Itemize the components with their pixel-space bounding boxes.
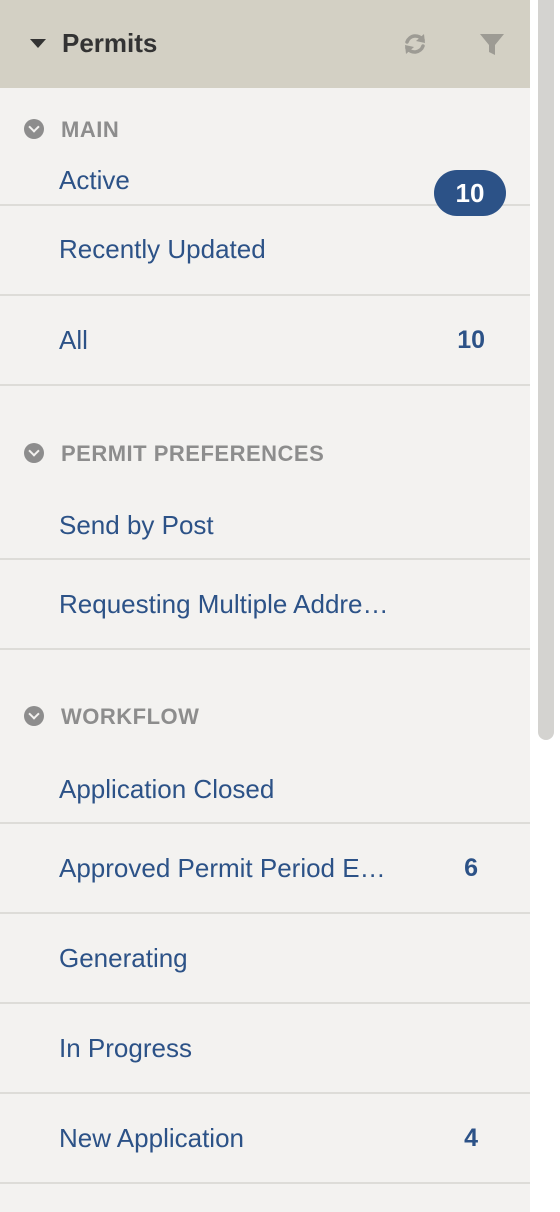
count-label: 10 [457, 326, 485, 354]
list-item-generating[interactable]: Generating [0, 914, 530, 1004]
chevron-down-circle-icon[interactable] [24, 443, 44, 463]
item-label: All [59, 325, 88, 355]
panel-header: Permits [0, 0, 530, 88]
item-label: Send by Post [59, 510, 214, 540]
chevron-down-circle-icon[interactable] [24, 706, 44, 726]
item-label: In Progress [59, 1033, 192, 1063]
item-label: Application Closed [59, 774, 275, 804]
list-item-recently-updated[interactable]: Recently Updated [0, 206, 530, 296]
section-header-permit-preferences[interactable]: PERMIT PREFERENCES [0, 386, 530, 470]
list-item-send-by-post[interactable]: Send by Post [0, 470, 530, 560]
panel-title: Permits [62, 28, 158, 58]
scrollbar[interactable] [538, 0, 554, 740]
chevron-down-circle-icon[interactable] [24, 119, 44, 139]
list-item-approved-permit-period[interactable]: Approved Permit Period E… 6 [0, 824, 530, 914]
item-label: Requesting Multiple Addre… [59, 589, 389, 619]
list-item-active[interactable]: Active 10 [0, 146, 530, 216]
filter-icon[interactable] [477, 29, 507, 59]
permits-panel: Permits MAIN Active 10 Recently Updated … [0, 0, 530, 1212]
count-label: 4 [464, 1124, 478, 1152]
caret-down-icon[interactable] [30, 39, 46, 48]
item-label: Generating [59, 943, 188, 973]
section-label: MAIN [61, 117, 120, 142]
item-label: Approved Permit Period E… [59, 853, 386, 883]
item-label: New Application [59, 1123, 244, 1153]
list-item-new-application[interactable]: New Application 4 [0, 1094, 530, 1184]
section-header-workflow[interactable]: WORKFLOW [0, 650, 530, 734]
list-item-application-closed[interactable]: Application Closed [0, 734, 530, 824]
count-label: 6 [464, 854, 478, 882]
section-header-main[interactable]: MAIN [0, 88, 530, 146]
item-label: Recently Updated [59, 234, 266, 264]
list-item-requesting-multiple-addresses[interactable]: Requesting Multiple Addre… [0, 560, 530, 650]
item-label: Active [59, 165, 130, 195]
refresh-icon[interactable] [400, 29, 430, 59]
list-item-all[interactable]: All 10 [0, 296, 530, 386]
section-label: WORKFLOW [61, 704, 200, 729]
section-label: PERMIT PREFERENCES [61, 441, 325, 466]
list-item-in-progress[interactable]: In Progress [0, 1004, 530, 1094]
